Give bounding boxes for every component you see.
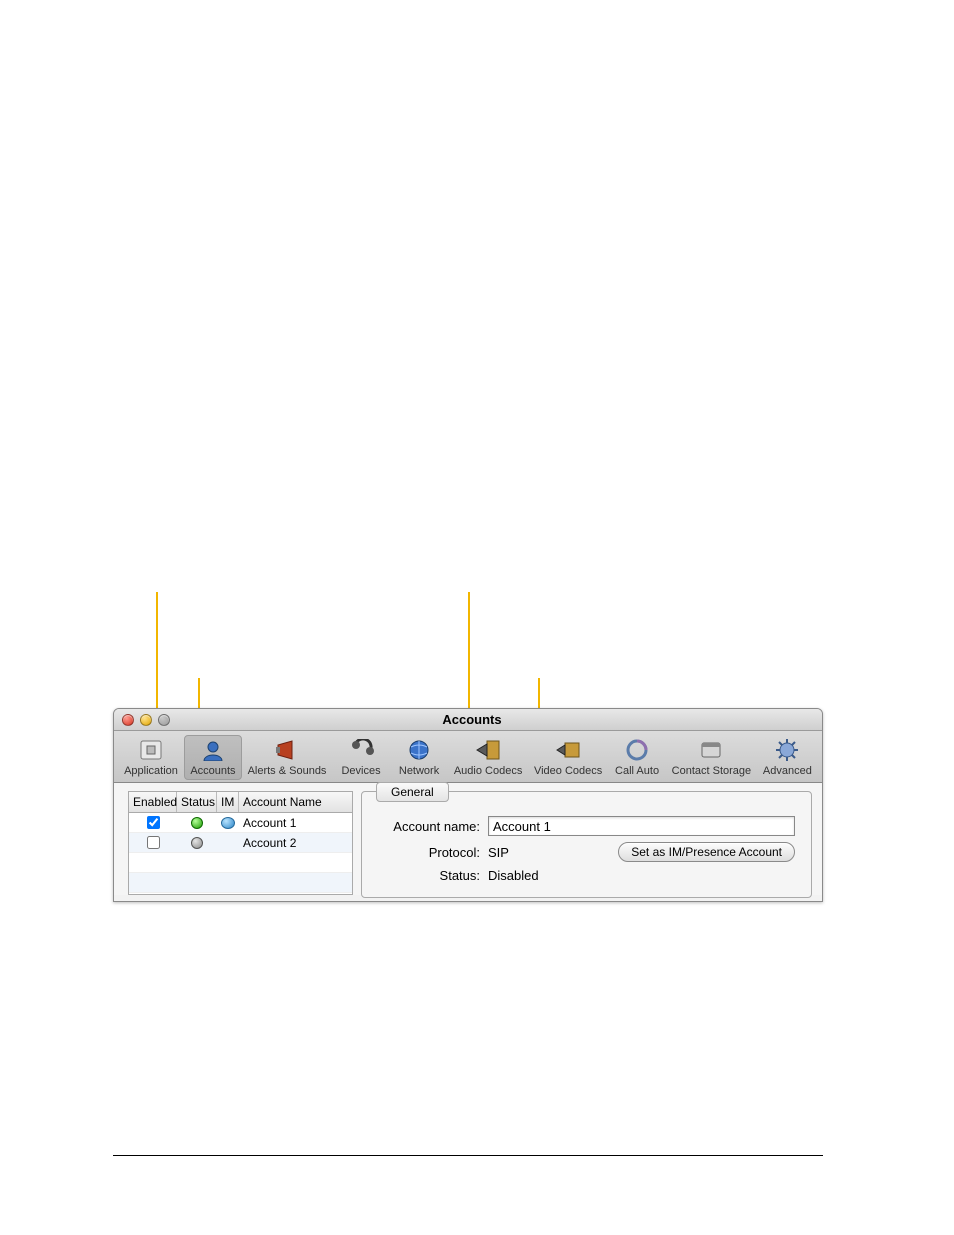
account-name-field[interactable] [488, 816, 795, 836]
preferences-toolbar: Application Accounts Alerts & Sounds Dev… [114, 731, 822, 783]
toolbar-item-video-codecs[interactable]: Video Codecs [528, 735, 608, 780]
toolbar-item-devices[interactable]: Devices [332, 735, 390, 780]
preferences-window: Accounts Application Accounts Alerts & S… [113, 708, 823, 902]
contact-storage-icon [697, 738, 725, 762]
set-im-presence-button[interactable]: Set as IM/Presence Account [618, 842, 795, 862]
application-icon [137, 738, 165, 762]
toolbar-label: Devices [341, 765, 380, 777]
table-row[interactable] [129, 853, 352, 873]
toolbar-label: Advanced [763, 765, 812, 777]
footer-rule [113, 1155, 823, 1156]
label-account-name: Account name: [378, 819, 488, 834]
label-protocol: Protocol: [378, 845, 488, 860]
titlebar: Accounts [114, 709, 822, 731]
table-row[interactable] [129, 873, 352, 893]
toolbar-item-alerts-sounds[interactable]: Alerts & Sounds [242, 735, 332, 780]
header-status[interactable]: Status [177, 792, 217, 812]
enabled-checkbox[interactable] [147, 816, 160, 829]
call-auto-icon [623, 738, 651, 762]
audio-codecs-icon [474, 738, 502, 762]
tab-general[interactable]: General [376, 782, 449, 802]
devices-icon [347, 738, 375, 762]
toolbar-item-accounts[interactable]: Accounts [184, 735, 242, 780]
toolbar-item-call-auto[interactable]: Call Auto [608, 735, 666, 780]
table-row[interactable]: Account 2 [129, 833, 352, 853]
video-codecs-icon [554, 738, 582, 762]
window-title: Accounts [130, 712, 814, 727]
account-list-table: Enabled Status IM Account Name Account 1… [128, 791, 353, 895]
advanced-icon [773, 738, 801, 762]
toolbar-item-advanced[interactable]: Advanced [757, 735, 818, 780]
alerts-icon [273, 738, 301, 762]
general-tab-box: General Account name: Protocol: SIP Set … [361, 791, 812, 898]
toolbar-label: Call Auto [615, 765, 659, 777]
toolbar-item-network[interactable]: Network [390, 735, 448, 780]
account-name-cell: Account 1 [239, 816, 352, 830]
toolbar-item-contact-storage[interactable]: Contact Storage [666, 735, 757, 780]
im-indicator-icon [221, 817, 235, 829]
label-status: Status: [378, 868, 488, 883]
toolbar-label: Alerts & Sounds [248, 765, 327, 777]
toolbar-label: Application [124, 765, 178, 777]
table-row[interactable]: Account 1 [129, 813, 352, 833]
toolbar-label: Accounts [190, 765, 235, 777]
toolbar-label: Audio Codecs [454, 765, 523, 777]
toolbar-item-audio-codecs[interactable]: Audio Codecs [448, 735, 528, 780]
accounts-icon [199, 738, 227, 762]
header-im[interactable]: IM [217, 792, 239, 812]
toolbar-label: Network [399, 765, 439, 777]
toolbar-item-application[interactable]: Application [118, 735, 184, 780]
table-header: Enabled Status IM Account Name [129, 792, 352, 813]
status-indicator-icon [191, 837, 203, 849]
protocol-value: SIP [488, 845, 509, 860]
toolbar-label: Contact Storage [672, 765, 752, 777]
header-enabled[interactable]: Enabled [129, 792, 177, 812]
status-indicator-icon [191, 817, 203, 829]
header-account-name[interactable]: Account Name [239, 792, 352, 812]
network-icon [405, 738, 433, 762]
toolbar-label: Video Codecs [534, 765, 602, 777]
status-value: Disabled [488, 868, 539, 883]
account-detail-pane: General Account name: Protocol: SIP Set … [361, 791, 812, 895]
account-name-cell: Account 2 [239, 836, 352, 850]
enabled-checkbox[interactable] [147, 836, 160, 849]
